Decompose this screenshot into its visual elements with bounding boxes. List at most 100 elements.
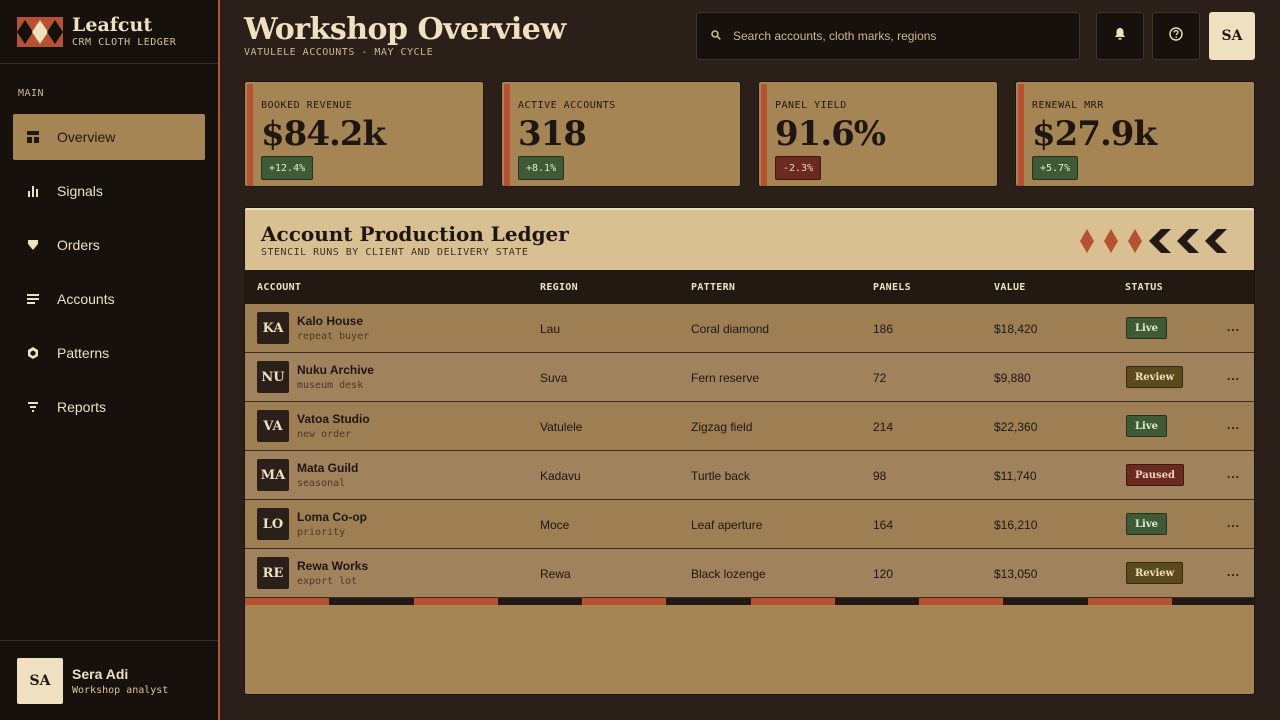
kpi-card-renewal-mrr: RENEWAL MRR $27.9k +5.7%	[1015, 81, 1255, 187]
row-more-button[interactable]: ...	[1227, 467, 1240, 481]
sidebar-item-label: Accounts	[57, 291, 115, 307]
row-more-button[interactable]: ...	[1227, 565, 1240, 579]
account-ledger-panel: Account Production Ledger STENCIL RUNS B…	[244, 207, 1255, 695]
account-initials-badge: KA	[257, 312, 289, 344]
account-initials-badge: VA	[257, 410, 289, 442]
table-row[interactable]: LO Loma Co-op priority Moce Leaf apertur…	[245, 500, 1254, 549]
table-row[interactable]: VA Vatoa Studio new order Vatulele Zigza…	[245, 402, 1254, 451]
panels-cell: 186	[873, 322, 894, 336]
pattern-cell: Coral diamond	[691, 322, 770, 336]
region-cell: Moce	[540, 518, 570, 532]
pattern-cell: Turtle back	[691, 469, 750, 483]
search-input[interactable]	[733, 29, 1063, 43]
account-name: Mata Guild	[297, 461, 359, 475]
kpi-delta-badge: +8.1%	[518, 156, 565, 180]
row-more-button[interactable]: ...	[1227, 418, 1240, 432]
kpi-delta-badge: +12.4%	[261, 156, 314, 180]
account-note: priority	[297, 527, 346, 538]
notifications-button[interactable]	[1096, 12, 1144, 60]
column-header-status[interactable]: STATUS	[1125, 282, 1163, 293]
sidebar-item-accounts[interactable]: Accounts	[13, 276, 205, 322]
account-name: Loma Co-op	[297, 510, 367, 524]
account-note: export lot	[297, 576, 358, 587]
value-cell: $22,360	[994, 420, 1038, 434]
user-role: Workshop analyst	[72, 684, 169, 696]
avatar: SA	[17, 657, 63, 704]
kpi-value: $27.9k	[1032, 114, 1157, 154]
kpi-delta-badge: -2.3%	[775, 156, 822, 180]
row-more-button[interactable]: ...	[1227, 369, 1240, 383]
panels-cell: 214	[873, 420, 894, 434]
account-initials-badge: RE	[257, 557, 289, 589]
value-cell: $9,880	[994, 371, 1031, 385]
tapa-ornament-icon	[1080, 229, 1227, 253]
table-row[interactable]: RE Rewa Works export lot Rewa Black loze…	[245, 549, 1254, 598]
account-initials-badge: LO	[257, 508, 289, 540]
column-header-pattern[interactable]: PATTERN	[691, 282, 735, 293]
brand[interactable]: Leafcut CRM CLOTH LEDGER	[0, 0, 218, 64]
kpi-label: RENEWAL MRR	[1032, 100, 1104, 111]
tapa-stripe-divider	[245, 598, 1254, 605]
panels-cell: 120	[873, 567, 894, 581]
region-cell: Kadavu	[540, 469, 581, 483]
pattern-cell: Black lozenge	[691, 567, 766, 581]
account-note: new order	[297, 429, 352, 440]
ledger-subtitle: STENCIL RUNS BY CLIENT AND DELIVERY STAT…	[261, 247, 529, 258]
search-icon	[711, 27, 721, 45]
sidebar-item-orders[interactable]: Orders	[13, 222, 205, 268]
hexagon-icon	[27, 347, 39, 359]
table-row[interactable]: KA Kalo House repeat buyer Lau Coral dia…	[245, 304, 1254, 353]
account-name: Kalo House	[297, 314, 364, 328]
kpi-value: 318	[518, 114, 587, 154]
table-row[interactable]: NU Nuku Archive museum desk Suva Fern re…	[245, 353, 1254, 402]
pattern-cell: Fern reserve	[691, 371, 760, 385]
sidebar-item-patterns[interactable]: Patterns	[13, 330, 205, 376]
account-note: seasonal	[297, 478, 346, 489]
sidebar: Leafcut CRM CLOTH LEDGER MAIN Overview S…	[0, 0, 220, 720]
kpi-value: $84.2k	[261, 114, 386, 154]
sidebar-item-signals[interactable]: Signals	[13, 168, 205, 214]
account-avatar-button[interactable]: SA	[1209, 12, 1255, 60]
kpi-delta-badge: +5.7%	[1032, 156, 1079, 180]
page-title: Workshop Overview	[244, 12, 566, 47]
account-initials-badge: NU	[257, 361, 289, 393]
kpi-label: PANEL YIELD	[775, 100, 847, 111]
status-badge: Live	[1126, 317, 1168, 339]
help-button[interactable]	[1152, 12, 1200, 60]
column-header-account[interactable]: ACCOUNT	[257, 282, 301, 293]
value-cell: $13,050	[994, 567, 1038, 581]
row-more-button[interactable]: ...	[1227, 320, 1240, 334]
column-header-value[interactable]: VALUE	[994, 282, 1026, 293]
account-note: museum desk	[297, 380, 364, 391]
column-header-panels[interactable]: PANELS	[873, 282, 911, 293]
nav-section-label: MAIN	[18, 88, 45, 99]
user-name: Sera Adi	[72, 665, 129, 682]
filter-icon	[27, 401, 39, 413]
sidebar-item-overview[interactable]: Overview	[13, 114, 205, 160]
kpi-accent-bar	[1018, 84, 1024, 186]
region-cell: Lau	[540, 322, 561, 336]
sidebar-item-label: Signals	[57, 183, 103, 199]
value-cell: $18,420	[994, 322, 1038, 336]
sidebar-item-reports[interactable]: Reports	[13, 384, 205, 430]
status-badge: Review	[1126, 562, 1184, 584]
ledger-title: Account Production Ledger	[261, 222, 569, 246]
column-header-region[interactable]: REGION	[540, 282, 578, 293]
panels-cell: 164	[873, 518, 894, 532]
value-cell: $11,740	[994, 469, 1037, 483]
sidebar-item-label: Overview	[57, 129, 116, 145]
shield-icon	[27, 239, 39, 251]
kpi-label: ACTIVE ACCOUNTS	[518, 100, 616, 111]
region-cell: Rewa	[540, 567, 571, 581]
kpi-card-active-accounts: ACTIVE ACCOUNTS 318 +8.1%	[501, 81, 741, 187]
brand-tagline: CRM CLOTH LEDGER	[72, 37, 177, 48]
status-badge: Review	[1126, 366, 1184, 388]
sidebar-nav: Overview Signals Orders Accounts Pattern…	[13, 114, 205, 438]
value-cell: $16,210	[994, 518, 1038, 532]
sidebar-item-label: Reports	[57, 399, 107, 415]
search-box[interactable]	[696, 12, 1080, 60]
kpi-accent-bar	[247, 84, 253, 186]
table-row[interactable]: MA Mata Guild seasonal Kadavu Turtle bac…	[245, 451, 1254, 500]
row-more-button[interactable]: ...	[1227, 516, 1240, 530]
user-profile[interactable]: SA Sera Adi Workshop analyst	[0, 640, 218, 720]
